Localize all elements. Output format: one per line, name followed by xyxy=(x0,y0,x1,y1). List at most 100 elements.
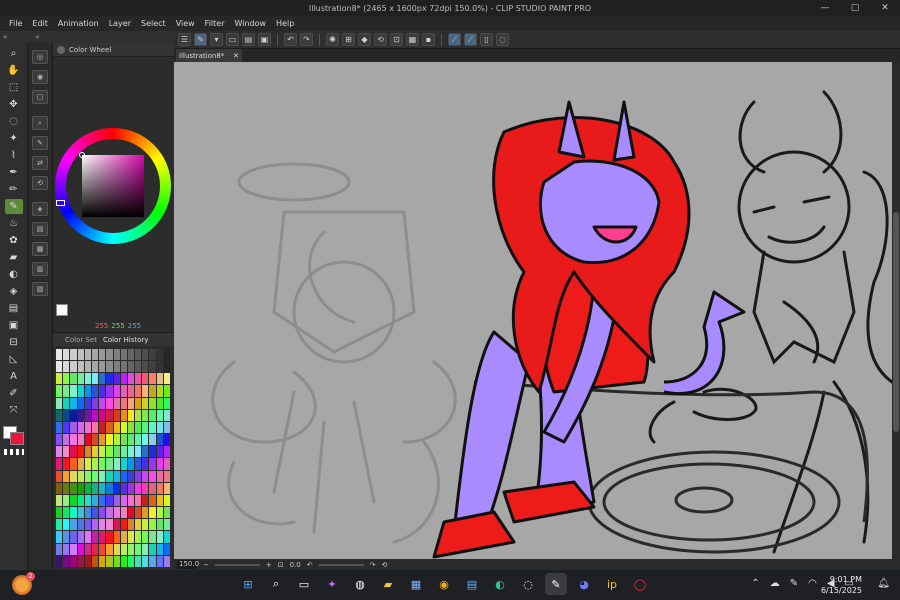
color-swatch[interactable] xyxy=(142,385,149,397)
color-swatch[interactable] xyxy=(91,458,99,470)
color-swatch[interactable] xyxy=(63,434,70,446)
color-swatch[interactable] xyxy=(84,555,91,567)
color-swatch[interactable] xyxy=(84,543,91,555)
menu-file[interactable]: File xyxy=(4,19,27,28)
color-swatch[interactable] xyxy=(156,531,163,543)
color-swatch[interactable] xyxy=(163,482,170,494)
clip-studio-paint-icon[interactable]: ✎ xyxy=(545,573,567,595)
color-swatch[interactable] xyxy=(149,482,156,494)
color-swatch[interactable] xyxy=(77,421,84,434)
color-swatch[interactable] xyxy=(84,458,91,470)
color-swatch[interactable] xyxy=(63,519,70,531)
menu-select[interactable]: Select xyxy=(136,19,171,28)
color-swatch[interactable] xyxy=(91,519,99,531)
airbrush-icon[interactable]: ♨ xyxy=(5,216,23,231)
color-swatch[interactable] xyxy=(149,494,156,507)
color-swatch[interactable] xyxy=(163,494,170,507)
snap-special-ruler-icon[interactable]: ⟋ xyxy=(464,33,477,46)
color-swatch[interactable] xyxy=(63,555,70,567)
notepad-icon[interactable]: ▤ xyxy=(461,573,483,595)
color-swatch[interactable] xyxy=(84,482,91,494)
color-swatch[interactable] xyxy=(56,373,63,385)
color-swatch[interactable] xyxy=(113,543,120,555)
color-swatch[interactable] xyxy=(70,397,77,409)
color-swatch[interactable] xyxy=(106,349,113,361)
color-swatch[interactable] xyxy=(84,470,91,482)
color-swatch[interactable] xyxy=(63,543,70,555)
color-swatch[interactable] xyxy=(127,373,135,385)
color-swatch[interactable] xyxy=(120,385,127,397)
color-swatch[interactable] xyxy=(56,470,63,482)
color-swatch[interactable] xyxy=(63,507,70,519)
color-swatch[interactable] xyxy=(120,507,127,519)
color-swatch[interactable] xyxy=(135,494,142,507)
color-swatch[interactable] xyxy=(77,397,84,409)
color-swatch[interactable] xyxy=(70,543,77,555)
ibispaint-icon[interactable]: ip xyxy=(601,573,623,595)
menu-layer[interactable]: Layer xyxy=(104,19,136,28)
color-swatch[interactable] xyxy=(142,446,149,458)
color-swatch[interactable] xyxy=(156,446,163,458)
color-swatch[interactable] xyxy=(70,482,77,494)
rotate-icon[interactable]: ⟲ xyxy=(374,33,387,46)
color-swatch[interactable] xyxy=(156,507,163,519)
clock[interactable]: 9:01 PM 6/15/2025 xyxy=(821,574,862,596)
color-swatch[interactable] xyxy=(163,470,170,482)
color-swatch[interactable] xyxy=(106,555,113,567)
color-swatch[interactable] xyxy=(120,482,127,494)
move-icon[interactable]: ✥ xyxy=(5,97,23,112)
gradient-icon[interactable]: ▤ xyxy=(5,301,23,316)
color-swatch[interactable] xyxy=(99,458,106,470)
decoration-icon[interactable]: ✿ xyxy=(5,233,23,248)
hue-handle[interactable] xyxy=(56,200,65,206)
color-swatch[interactable] xyxy=(106,446,113,458)
color-swatch[interactable] xyxy=(120,434,127,446)
color-swatch[interactable] xyxy=(56,494,63,507)
menu-edit[interactable]: Edit xyxy=(27,19,53,28)
menu-window[interactable]: Window xyxy=(229,19,271,28)
color-swatch[interactable] xyxy=(84,385,91,397)
color-swatch[interactable] xyxy=(142,373,149,385)
color-swatch[interactable] xyxy=(91,555,99,567)
color-swatch[interactable] xyxy=(91,434,99,446)
color-swatch[interactable] xyxy=(113,409,120,421)
color-swatch[interactable] xyxy=(77,446,84,458)
color-swatch[interactable] xyxy=(106,409,113,421)
menu-view[interactable]: View xyxy=(171,19,200,28)
color-swatch[interactable] xyxy=(142,349,149,361)
color-swatch[interactable] xyxy=(77,458,84,470)
color-swatch[interactable] xyxy=(99,434,106,446)
color-swatch[interactable] xyxy=(135,458,142,470)
subtool-icon[interactable]: ◎ xyxy=(32,50,48,64)
color-swatch[interactable] xyxy=(91,494,99,507)
color-swatch[interactable] xyxy=(142,531,149,543)
color-swatch[interactable] xyxy=(142,421,149,434)
color-swatch[interactable] xyxy=(99,373,106,385)
angle-field[interactable]: 0.0 xyxy=(290,561,301,569)
color-swatch[interactable] xyxy=(63,494,70,507)
zoom-field[interactable]: 150.0 xyxy=(177,560,199,569)
color-swatch[interactable] xyxy=(163,531,170,543)
color-swatch[interactable] xyxy=(77,409,84,421)
color-swatch[interactable] xyxy=(63,482,70,494)
color-swatch[interactable] xyxy=(120,555,127,567)
subtool-icon[interactable]: ⟲ xyxy=(32,176,48,190)
color-swatch[interactable] xyxy=(156,482,163,494)
color-swatch[interactable] xyxy=(63,349,70,361)
color-swatch[interactable] xyxy=(91,543,99,555)
color-swatch[interactable] xyxy=(106,470,113,482)
open-file-icon[interactable]: ▤ xyxy=(242,33,255,46)
chevron-down-icon[interactable]: ▾ xyxy=(210,33,223,46)
color-swatch[interactable] xyxy=(127,434,135,446)
color-swatch[interactable] xyxy=(106,494,113,507)
color-swatch[interactable] xyxy=(84,397,91,409)
color-swatch[interactable] xyxy=(142,482,149,494)
snap-ruler-icon[interactable]: ⟋ xyxy=(448,33,461,46)
redo-icon[interactable]: ↷ xyxy=(300,33,313,46)
color-swatch[interactable] xyxy=(70,349,77,361)
color-swatch[interactable] xyxy=(127,543,135,555)
color-swatch[interactable] xyxy=(63,373,70,385)
subtool-icon[interactable]: ⇄ xyxy=(32,156,48,170)
color-swatch[interactable] xyxy=(84,531,91,543)
color-swatch[interactable] xyxy=(163,434,170,446)
